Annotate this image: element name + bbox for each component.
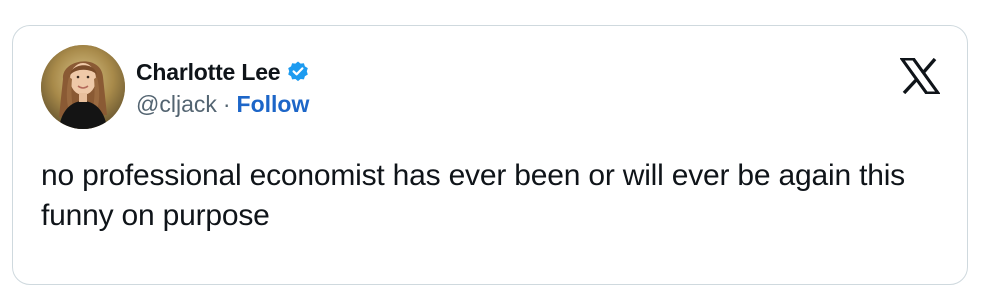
display-name[interactable]: Charlotte Lee [136, 59, 281, 86]
follow-button[interactable]: Follow [237, 91, 310, 118]
tweet-card[interactable]: Charlotte Lee @cljack · Follow no profes… [12, 25, 968, 285]
avatar-image [41, 45, 125, 129]
user-info: Charlotte Lee @cljack · Follow [136, 57, 310, 118]
separator-dot: · [222, 91, 231, 117]
verified-badge-icon [286, 60, 310, 84]
x-logo-icon[interactable] [899, 57, 941, 95]
user-handle[interactable]: @cljack [136, 91, 217, 118]
tweet-text: no professional economist has ever been … [41, 159, 905, 232]
handle-row: @cljack · Follow [136, 91, 310, 118]
name-row: Charlotte Lee [136, 57, 310, 87]
avatar[interactable] [41, 45, 125, 129]
